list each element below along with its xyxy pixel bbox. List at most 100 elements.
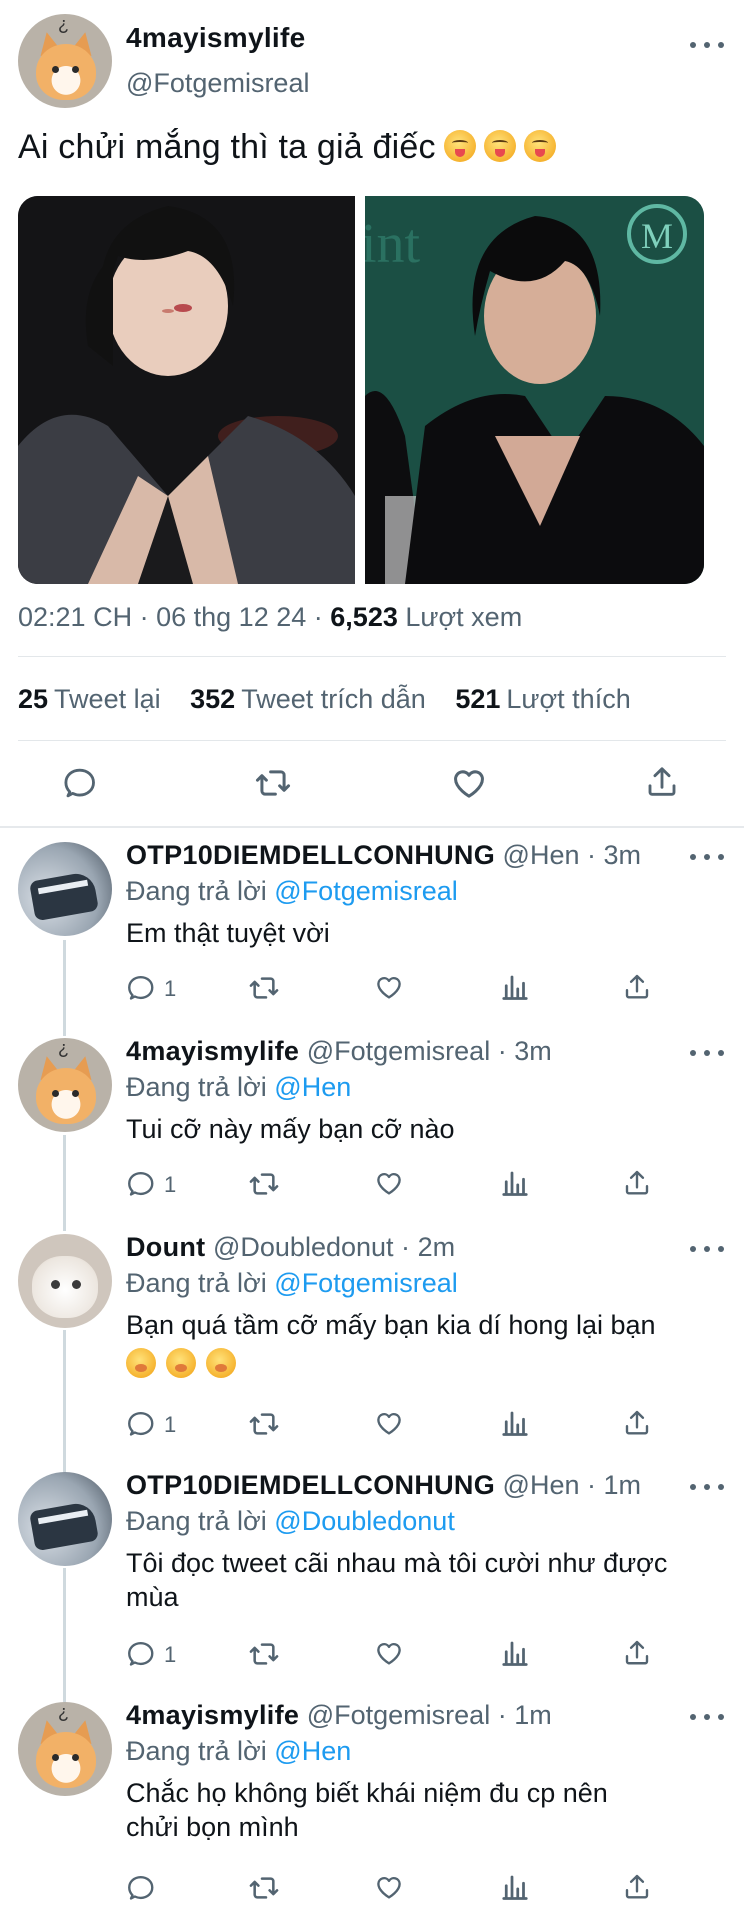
comment-icon[interactable] [126, 1408, 156, 1438]
tweet-photo-2[interactable]: int M [361, 196, 704, 584]
tweet-time: 02:21 CH [18, 602, 133, 632]
comment-icon[interactable] [126, 1872, 156, 1902]
header-separator: · [587, 840, 597, 870]
likes-stat[interactable]: 521 Lượt thích [455, 684, 630, 714]
share-icon[interactable] [622, 1168, 652, 1198]
replying-to: Đang trả lời @Fotgemisreal [126, 876, 458, 907]
views-count: 6,523 [330, 602, 398, 632]
reply-time: 3m [514, 1036, 552, 1066]
reply-time: 2m [417, 1232, 456, 1262]
share-icon[interactable] [622, 972, 652, 1002]
shushing-face-emoji [206, 1348, 236, 1378]
photo-2-figure: int M [361, 196, 704, 584]
reply-count: 1 [164, 1412, 177, 1437]
views-label: Lượt xem [405, 602, 523, 632]
shushing-face-emoji [166, 1348, 196, 1378]
reply-text-line: mùa [126, 1582, 179, 1612]
analytics-icon[interactable] [500, 1638, 530, 1668]
replying-to-handle[interactable]: @Fotgemisreal [274, 876, 457, 906]
share-icon[interactable] [622, 1408, 652, 1438]
tweet-media: int M [18, 196, 704, 584]
retweet-icon[interactable] [248, 1872, 280, 1904]
like-icon[interactable] [450, 764, 488, 802]
reply-text: Chắc họ không biết khái niệm đu cp nên c… [126, 1776, 726, 1844]
meta-separator: · [313, 602, 323, 632]
reply-tweet[interactable]: ¿ 4mayismylife @Fotgemisreal · 3m Đang t… [0, 1026, 744, 1221]
replying-label: Đang trả lời [126, 1268, 267, 1298]
quotes-label: Tweet trích dẫn [241, 684, 426, 714]
replying-to: Đang trả lời @Doubledonut [126, 1506, 455, 1537]
replying-to-handle[interactable]: @Hen [274, 1072, 351, 1102]
more-icon[interactable] [690, 1712, 724, 1722]
reply-header: Dount @Doubledonut · 2m [126, 1232, 455, 1263]
header-separator: · [497, 1700, 507, 1730]
like-icon[interactable] [374, 972, 404, 1002]
more-icon[interactable] [690, 40, 724, 50]
reply-display-name[interactable]: Dount [126, 1232, 205, 1262]
retweet-icon[interactable] [248, 1408, 280, 1440]
retweets-stat[interactable]: 25 Tweet lại [18, 684, 161, 714]
header-separator: · [587, 1470, 597, 1500]
share-icon[interactable] [622, 1638, 652, 1668]
reply-text: Em thật tuyệt vời [126, 918, 330, 948]
tweet-meta: 02:21 CH · 06 thg 12 24 · 6,523 Lượt xem [18, 602, 522, 633]
replying-to-handle[interactable]: @Fotgemisreal [274, 1268, 457, 1298]
author-handle[interactable]: @Fotgemisreal [126, 68, 309, 99]
reply-text: Tôi đọc tweet cãi nhau mà tôi cười như đ… [126, 1546, 726, 1614]
reply-handle[interactable]: @Fotgemisreal [307, 1036, 490, 1066]
more-icon[interactable] [690, 1048, 724, 1058]
reply-avatar[interactable] [18, 842, 112, 936]
reply-avatar[interactable] [18, 1234, 112, 1328]
comment-icon[interactable] [126, 972, 156, 1002]
like-icon[interactable] [374, 1638, 404, 1668]
analytics-icon[interactable] [500, 1168, 530, 1198]
reply-tweet[interactable]: Dount @Doubledonut · 2m Đang trả lời @Fo… [0, 1222, 744, 1462]
reply-display-name[interactable]: OTP10DIEMDELLCONHUNG [126, 1470, 495, 1500]
like-icon[interactable] [374, 1872, 404, 1902]
analytics-icon[interactable] [500, 1408, 530, 1438]
reply-handle[interactable]: @Hen [503, 1470, 580, 1500]
retweet-icon[interactable] [248, 1168, 280, 1200]
reply-display-name[interactable]: 4mayismylife [126, 1700, 299, 1730]
replying-label: Đang trả lời [126, 1736, 267, 1766]
reply-tweet[interactable]: OTP10DIEMDELLCONHUNG @Hen · 3m Đang trả … [0, 830, 744, 1025]
analytics-icon[interactable] [500, 972, 530, 1002]
comment-icon[interactable] [126, 1638, 156, 1668]
tweet-text-content: Ai chửi mắng thì ta giả điếc [18, 128, 436, 166]
reply-display-name[interactable]: 4mayismylife [126, 1036, 299, 1066]
retweet-icon[interactable] [254, 764, 292, 802]
share-icon[interactable] [622, 1872, 652, 1902]
tweet-actions [0, 764, 744, 804]
more-icon[interactable] [690, 1482, 724, 1492]
reply-handle[interactable]: @Hen [503, 840, 580, 870]
reply-text-line: chửi bọn mình [126, 1812, 299, 1842]
retweet-icon[interactable] [248, 972, 280, 1004]
author-display-name[interactable]: 4mayismylife [126, 22, 306, 54]
reply-tweet[interactable]: ¿ 4mayismylife @Fotgemisreal · 1m Đang t… [0, 1690, 744, 1920]
quotes-stat[interactable]: 352 Tweet trích dẫn [190, 684, 426, 714]
reply-tweet[interactable]: OTP10DIEMDELLCONHUNG @Hen · 1m Đang trả … [0, 1460, 744, 1690]
reply-text: Tui cỡ này mấy bạn cỡ nào [126, 1114, 455, 1144]
author-avatar[interactable]: ¿ [18, 14, 112, 108]
comment-icon[interactable] [62, 764, 98, 800]
reply-display-name[interactable]: OTP10DIEMDELLCONHUNG [126, 840, 495, 870]
retweet-icon[interactable] [248, 1638, 280, 1670]
comment-icon[interactable] [126, 1168, 156, 1198]
reply-avatar[interactable] [18, 1472, 112, 1566]
reply-count: 1 [164, 1642, 177, 1667]
like-icon[interactable] [374, 1168, 404, 1198]
like-icon[interactable] [374, 1408, 404, 1438]
reply-avatar[interactable]: ¿ [18, 1038, 112, 1132]
more-icon[interactable] [690, 1244, 724, 1254]
more-icon[interactable] [690, 852, 724, 862]
reply-handle[interactable]: @Doubledonut [213, 1232, 394, 1262]
tweet-photo-1[interactable] [18, 196, 355, 584]
reply-avatar[interactable]: ¿ [18, 1702, 112, 1796]
replying-to-handle[interactable]: @Doubledonut [274, 1506, 455, 1536]
replying-to-handle[interactable]: @Hen [274, 1736, 351, 1766]
share-icon[interactable] [644, 764, 680, 800]
analytics-icon[interactable] [500, 1872, 530, 1902]
reply-actions: 1 [126, 1168, 646, 1200]
reply-handle[interactable]: @Fotgemisreal [307, 1700, 490, 1730]
squinting-tongue-emoji [443, 130, 476, 162]
